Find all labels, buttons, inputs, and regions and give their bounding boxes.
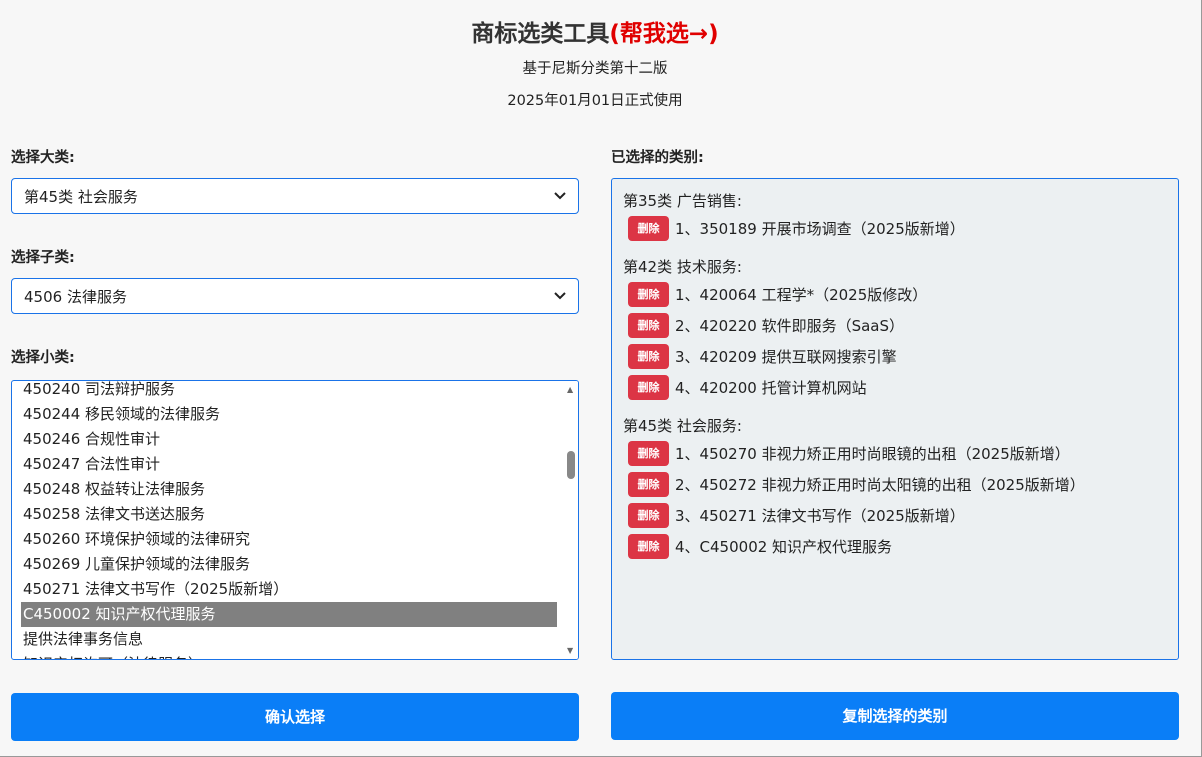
- selected-item-text: 3、420209 提供互联网搜索引擎: [675, 348, 897, 366]
- listbox-scrollbar[interactable]: ▲ ▼: [564, 381, 578, 659]
- chevron-down-icon: [554, 189, 566, 204]
- selected-item: 删除 1、450270 非视力矫正用时尚眼镜的出租（2025版新增）: [623, 438, 1167, 469]
- subtitle-edition: 基于尼斯分类第十二版: [522, 61, 668, 77]
- selected-item-text: 1、350189 开展市场调查（2025版新增）: [675, 220, 965, 238]
- selected-item-text: 1、420064 工程学*（2025版修改）: [675, 286, 928, 304]
- subcategory-select[interactable]: 4506 法律服务: [11, 278, 579, 314]
- selected-item: 删除 4、C450002 知识产权代理服务: [623, 531, 1167, 562]
- page-title: 商标选类工具(帮我选→): [0, 16, 1190, 52]
- list-option[interactable]: 450260 环境保护领域的法律研究: [21, 527, 557, 552]
- selected-item-text: 2、450272 非视力矫正用时尚太阳镜的出租（2025版新增）: [675, 476, 1085, 494]
- category-label: 选择大类:: [11, 150, 75, 166]
- help-me-choose-link[interactable]: (帮我选→): [609, 21, 718, 47]
- selected-item: 删除 2、420220 软件即服务（SaaS）: [623, 310, 1167, 341]
- selected-group: 第42类 技术服务: 删除 1、420064 工程学*（2025版修改） 删除 2、42…: [623, 255, 1167, 403]
- subcategory-label: 选择子类:: [11, 250, 75, 266]
- list-option[interactable]: 450258 法律文书送达服务: [21, 502, 557, 527]
- selected-categories-panel: 第35类 广告销售: 删除 1、350189 开展市场调查（2025版新增） 第42类…: [611, 178, 1179, 660]
- chevron-down-icon: [554, 289, 566, 304]
- group-title: 第42类 技术服务:: [623, 258, 742, 276]
- list-option[interactable]: 450247 合法性审计: [21, 452, 557, 477]
- arrow-down-icon[interactable]: ▼: [567, 646, 573, 655]
- category-select[interactable]: 第45类 社会服务: [11, 178, 579, 214]
- delete-button[interactable]: 删除: [628, 503, 669, 528]
- delete-button[interactable]: 删除: [628, 534, 669, 559]
- list-option[interactable]: C450002 知识产权代理服务: [21, 602, 557, 627]
- copy-selection-button[interactable]: 复制选择的类别: [611, 692, 1179, 740]
- right-column: 已选择的类别: 第35类 广告销售: 删除 1、350189 开展市场调查（2025…: [611, 146, 1179, 660]
- page-header: 商标选类工具(帮我选→) 基于尼斯分类第十二版 2025年01月01日正式使用: [0, 16, 1190, 111]
- subcategory-select-value: 4506 法律服务: [24, 287, 127, 306]
- delete-button[interactable]: 删除: [628, 441, 669, 466]
- list-option[interactable]: 450248 权益转让法律服务: [21, 477, 557, 502]
- group-title: 第45类 社会服务:: [623, 417, 742, 435]
- selected-item: 删除 3、420209 提供互联网搜索引擎: [623, 341, 1167, 372]
- selected-group: 第35类 广告销售: 删除 1、350189 开展市场调查（2025版新增）: [623, 189, 1167, 244]
- selected-group: 第45类 社会服务: 删除 1、450270 非视力矫正用时尚眼镜的出租（2025版…: [623, 414, 1167, 562]
- delete-button[interactable]: 删除: [628, 313, 669, 338]
- category-select-value: 第45类 社会服务: [24, 187, 138, 206]
- delete-button[interactable]: 删除: [628, 216, 669, 241]
- delete-button[interactable]: 删除: [628, 375, 669, 400]
- selected-label: 已选择的类别:: [611, 150, 704, 166]
- list-option[interactable]: 450240 司法辩护服务: [21, 381, 557, 402]
- selected-item: 删除 1、420064 工程学*（2025版修改）: [623, 279, 1167, 310]
- selected-item: 删除 4、420200 托管计算机网站: [623, 372, 1167, 403]
- selected-item-text: 2、420220 软件即服务（SaaS）: [675, 317, 904, 335]
- scrollbar-thumb[interactable]: [567, 451, 575, 479]
- items-listbox[interactable]: 450240 司法辩护服务 450244 移民领域的法律服务 450246 合规性审…: [11, 380, 579, 660]
- selected-item: 删除 1、350189 开展市场调查（2025版新增）: [623, 213, 1167, 244]
- subtitle-date: 2025年01月01日正式使用: [507, 93, 683, 109]
- group-title: 第35类 广告销售:: [623, 192, 742, 210]
- delete-button[interactable]: 删除: [628, 344, 669, 369]
- selected-item-text: 4、C450002 知识产权代理服务: [675, 538, 893, 556]
- list-option[interactable]: 450269 儿童保护领域的法律服务: [21, 552, 557, 577]
- selected-item: 删除 3、450271 法律文书写作（2025版新增）: [623, 500, 1167, 531]
- list-option[interactable]: 知识产权许可（法律服务）: [21, 652, 557, 659]
- list-option[interactable]: 450271 法律文书写作（2025版新增）: [21, 577, 557, 602]
- list-option[interactable]: 提供法律事务信息: [21, 627, 557, 652]
- delete-button[interactable]: 删除: [628, 472, 669, 497]
- selected-item-text: 1、450270 非视力矫正用时尚眼镜的出租（2025版新增）: [675, 445, 1070, 463]
- arrow-up-icon[interactable]: ▲: [567, 385, 573, 394]
- items-label: 选择小类:: [11, 350, 75, 366]
- list-option[interactable]: 450246 合规性审计: [21, 427, 557, 452]
- selected-item-text: 3、450271 法律文书写作（2025版新增）: [675, 507, 965, 525]
- items-options: 450240 司法辩护服务 450244 移民领域的法律服务 450246 合规性审…: [21, 381, 557, 659]
- confirm-button[interactable]: 确认选择: [11, 693, 579, 741]
- title-text: 商标选类工具: [471, 21, 610, 47]
- selected-item-text: 4、420200 托管计算机网站: [675, 379, 867, 397]
- left-column: 选择大类: 第45类 社会服务 选择子类: 4506 法律服务 选择小类: 45…: [11, 146, 579, 660]
- selected-item: 删除 2、450272 非视力矫正用时尚太阳镜的出租（2025版新增）: [623, 469, 1167, 500]
- list-option[interactable]: 450244 移民领域的法律服务: [21, 402, 557, 427]
- delete-button[interactable]: 删除: [628, 282, 669, 307]
